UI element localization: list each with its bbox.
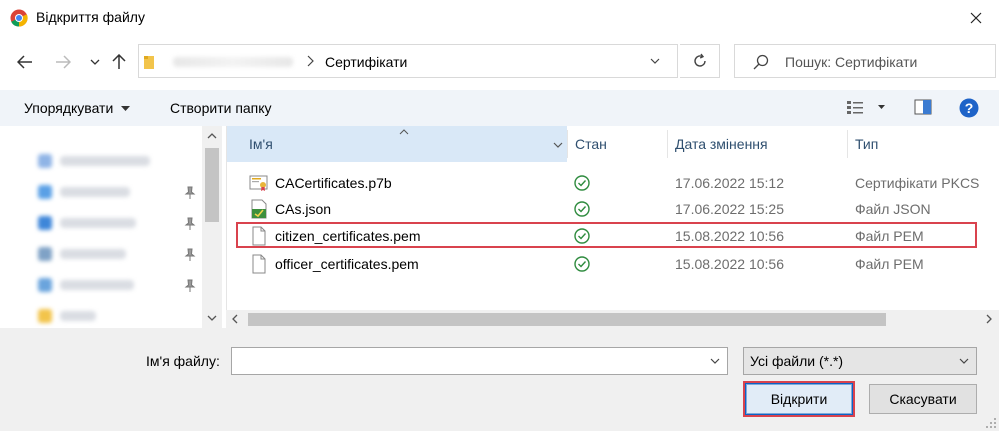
window-title: Відкриття файлу bbox=[36, 9, 145, 25]
view-list-icon bbox=[847, 101, 885, 114]
close-button[interactable] bbox=[958, 2, 994, 34]
title-bar: Відкриття файлу bbox=[0, 0, 999, 36]
file-type: Сертифікати PKCS bbox=[855, 175, 980, 191]
synced-check-icon bbox=[574, 175, 590, 191]
highlight-annotation-box bbox=[236, 222, 977, 248]
dialog-footer: Ім'я файлу: Усі файли (*.*) Відкрити Ска… bbox=[0, 328, 999, 431]
recent-locations-button[interactable] bbox=[84, 50, 106, 74]
organize-button[interactable]: Упорядкувати bbox=[24, 100, 131, 116]
file-type-selected: Усі файли (*.*) bbox=[750, 353, 844, 369]
search-input[interactable]: Пошук: Сертифікати bbox=[785, 54, 917, 70]
synced-check-icon bbox=[574, 256, 590, 272]
help-icon: ? bbox=[959, 98, 979, 118]
open-button[interactable]: Відкрити bbox=[743, 381, 855, 417]
scroll-up-icon[interactable] bbox=[206, 130, 218, 142]
arrow-left-icon bbox=[17, 55, 32, 69]
chrome-icon bbox=[10, 9, 28, 27]
column-filter-chevron-icon[interactable] bbox=[553, 142, 563, 148]
caret-down-icon bbox=[121, 106, 131, 112]
search-icon bbox=[753, 54, 769, 70]
file-type: Файл JSON bbox=[855, 201, 931, 217]
file-date: 17.06.2022 15:12 bbox=[675, 175, 784, 191]
chevron-down-icon[interactable] bbox=[709, 355, 721, 367]
address-dropdown-icon[interactable] bbox=[649, 54, 661, 68]
organize-label: Упорядкувати bbox=[24, 100, 114, 116]
file-type-select[interactable]: Усі файли (*.*) bbox=[743, 347, 977, 375]
arrow-right-icon bbox=[56, 55, 71, 69]
synced-check-icon bbox=[574, 201, 590, 217]
help-button[interactable]: ? bbox=[959, 98, 979, 121]
chevron-right-icon bbox=[307, 55, 314, 67]
folder-icon bbox=[144, 56, 154, 69]
chevron-down-icon bbox=[959, 358, 969, 364]
pin-icon bbox=[184, 279, 196, 292]
navigation-pane bbox=[0, 126, 222, 326]
sort-ascending-icon bbox=[399, 129, 409, 135]
navigation-bar: Сертифікати Пошук: Сертифікати bbox=[0, 38, 999, 86]
certificate-file-icon bbox=[249, 175, 268, 191]
column-header-date[interactable]: Дата змінення bbox=[675, 126, 768, 162]
svg-text:?: ? bbox=[965, 100, 974, 116]
close-icon bbox=[970, 12, 982, 24]
cancel-button[interactable]: Скасувати bbox=[869, 384, 977, 414]
nav-item-folder[interactable] bbox=[38, 309, 96, 323]
address-current-folder[interactable]: Сертифікати bbox=[325, 54, 407, 70]
blurred-path bbox=[173, 57, 293, 67]
scroll-left-icon[interactable] bbox=[232, 314, 238, 324]
filename-input[interactable] bbox=[231, 347, 728, 375]
file-row[interactable]: officer_certificates.pem 15.08.2022 10:5… bbox=[237, 251, 992, 277]
filename-label: Ім'я файлу: bbox=[146, 353, 220, 369]
scroll-down-icon[interactable] bbox=[206, 312, 218, 324]
pin-icon bbox=[184, 217, 196, 230]
refresh-icon bbox=[693, 53, 706, 67]
open-button-label: Відкрити bbox=[770, 391, 828, 407]
refresh-button[interactable] bbox=[680, 44, 720, 78]
nav-item-desktop[interactable] bbox=[38, 185, 130, 199]
json-file-icon bbox=[251, 199, 267, 219]
pin-icon bbox=[184, 186, 196, 199]
preview-pane-button[interactable] bbox=[914, 98, 932, 119]
file-row[interactable]: CACertificates.p7b 17.06.2022 15:12 Серт… bbox=[237, 170, 992, 196]
resize-grip-icon[interactable] bbox=[986, 418, 997, 429]
command-toolbar: Упорядкувати Створити папку ? bbox=[0, 90, 999, 126]
file-row[interactable]: CAs.json 17.06.2022 15:25 Файл JSON bbox=[237, 196, 992, 222]
forward-button[interactable] bbox=[52, 50, 74, 74]
nav-item-downloads[interactable] bbox=[38, 216, 136, 230]
column-header-name[interactable]: Ім'я bbox=[227, 126, 567, 162]
view-options-button[interactable] bbox=[846, 98, 886, 119]
search-box[interactable]: Пошук: Сертифікати bbox=[734, 44, 996, 78]
blank-file-icon bbox=[252, 254, 266, 274]
column-header-status[interactable]: Стан bbox=[575, 126, 607, 162]
file-name: CAs.json bbox=[275, 201, 332, 217]
column-divider bbox=[847, 130, 848, 158]
column-divider bbox=[667, 130, 668, 158]
nav-item-documents[interactable] bbox=[38, 247, 126, 261]
file-date: 17.06.2022 15:25 bbox=[675, 201, 784, 217]
preview-pane-icon bbox=[914, 99, 932, 115]
address-bar[interactable]: Сертифікати bbox=[138, 44, 678, 78]
scroll-right-icon[interactable] bbox=[986, 314, 992, 324]
column-header-type[interactable]: Тип bbox=[855, 126, 878, 162]
nav-item-pictures[interactable] bbox=[38, 278, 134, 292]
nav-item-quick-access[interactable] bbox=[38, 154, 150, 168]
horizontal-scrollbar[interactable] bbox=[226, 310, 999, 328]
scrollbar-thumb[interactable] bbox=[248, 313, 886, 326]
scrollbar-thumb[interactable] bbox=[205, 148, 219, 222]
chevron-down-icon bbox=[90, 59, 100, 65]
file-name: officer_certificates.pem bbox=[275, 256, 419, 272]
column-divider bbox=[567, 130, 568, 158]
file-name: CACertificates.p7b bbox=[275, 175, 392, 191]
file-date: 15.08.2022 10:56 bbox=[675, 256, 784, 272]
arrow-up-icon bbox=[112, 54, 126, 69]
up-button[interactable] bbox=[108, 50, 130, 74]
pin-icon bbox=[184, 248, 196, 261]
navigation-scrollbar[interactable] bbox=[202, 126, 222, 328]
file-type: Файл PEM bbox=[855, 256, 924, 272]
new-folder-button[interactable]: Створити папку bbox=[170, 100, 272, 116]
back-button[interactable] bbox=[14, 50, 36, 74]
